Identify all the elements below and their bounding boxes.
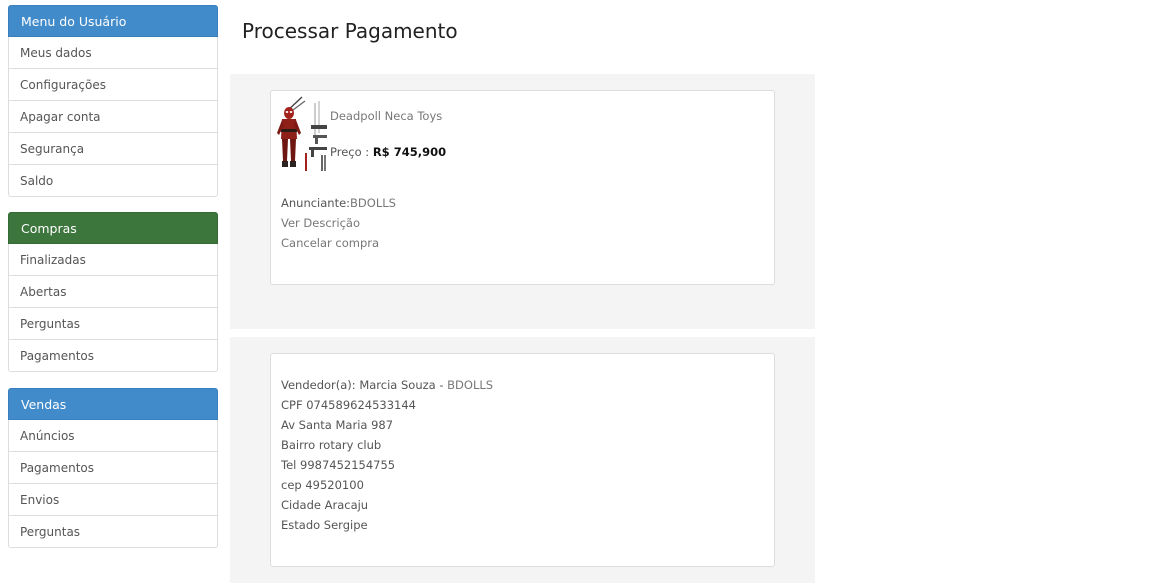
seller-address: Av Santa Maria 987 [281, 418, 394, 432]
product-section: Deadpoll Neca Toys Preço : R$ 745,900 An… [230, 74, 815, 329]
product-card: Deadpoll Neca Toys Preço : R$ 745,900 An… [270, 90, 775, 285]
cancel-purchase-link[interactable]: Cancelar compra [281, 236, 379, 250]
menu-item-envios[interactable]: Envios [8, 484, 218, 516]
purchases-menu: Compras Finalizadas Abertas Perguntas Pa… [8, 212, 218, 372]
advertiser-line: Anunciante:BDOLLS [281, 196, 396, 210]
price-value: R$ 745,900 [372, 145, 447, 159]
product-image[interactable] [275, 95, 329, 173]
sales-menu-title: Vendas [8, 388, 218, 420]
seller-cpf: CPF 074589624533144 [281, 398, 416, 412]
menu-item-perguntas-compras[interactable]: Perguntas [8, 308, 218, 340]
advertiser-label: Anunciante: [281, 196, 351, 210]
user-menu: Menu do Usuário Meus dados Configurações… [8, 5, 218, 197]
menu-item-seguranca[interactable]: Segurança [8, 133, 218, 165]
purchases-menu-title: Compras [8, 212, 218, 244]
seller-phone: Tel 9987452154755 [281, 458, 396, 472]
menu-item-pagamentos-compras[interactable]: Pagamentos [8, 340, 218, 372]
price-label: Preço : [330, 145, 373, 159]
product-price: Preço : R$ 745,900 [330, 145, 446, 159]
menu-item-saldo[interactable]: Saldo [8, 165, 218, 197]
seller-section: Vendedor(a): Marcia Souza - BDOLLS CPF 0… [230, 337, 815, 583]
menu-item-anuncios[interactable]: Anúncios [8, 420, 218, 452]
seller-city: Cidade Aracaju [281, 498, 369, 512]
view-description-link[interactable]: Ver Descrição [281, 216, 360, 230]
menu-item-perguntas-vendas[interactable]: Perguntas [8, 516, 218, 548]
seller-neighborhood: Bairro rotary club [281, 438, 382, 452]
seller-state: Estado Sergipe [281, 518, 368, 532]
seller-card: Vendedor(a): Marcia Souza - BDOLLS CPF 0… [270, 353, 775, 567]
page-title: Processar Pagamento [242, 19, 458, 43]
menu-item-configuracoes[interactable]: Configurações [8, 69, 218, 101]
seller-store-link[interactable]: BDOLLS [447, 378, 493, 392]
menu-item-pagamentos-vendas[interactable]: Pagamentos [8, 452, 218, 484]
product-name[interactable]: Deadpoll Neca Toys [330, 109, 442, 123]
seller-label: Vendedor(a): Marcia Souza - [281, 378, 448, 392]
menu-item-apagar-conta[interactable]: Apagar conta [8, 101, 218, 133]
advertiser-link[interactable]: BDOLLS [350, 196, 396, 210]
user-menu-title: Menu do Usuário [8, 5, 218, 37]
menu-item-abertas[interactable]: Abertas [8, 276, 218, 308]
sales-menu: Vendas Anúncios Pagamentos Envios Pergun… [8, 388, 218, 548]
menu-item-finalizadas[interactable]: Finalizadas [8, 244, 218, 276]
seller-zip: cep 49520100 [281, 478, 364, 492]
seller-line: Vendedor(a): Marcia Souza - BDOLLS [281, 378, 493, 392]
menu-item-meus-dados[interactable]: Meus dados [8, 37, 218, 69]
